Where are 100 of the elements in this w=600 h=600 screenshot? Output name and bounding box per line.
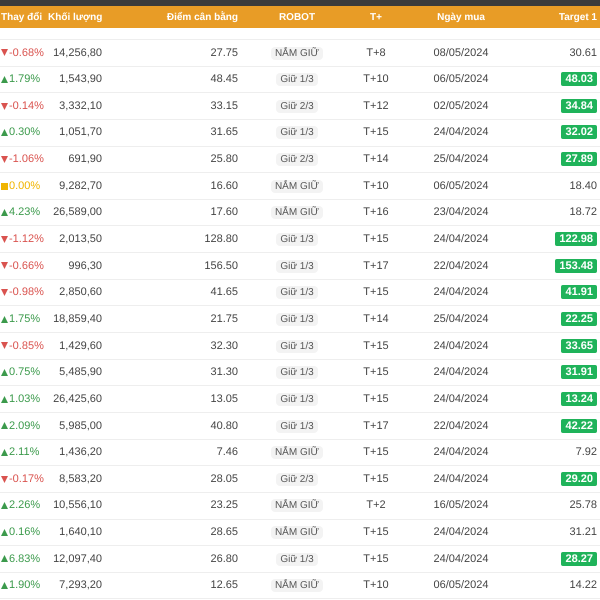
target-value: 41.91 [561,285,597,300]
volume-cell: 2,013,50 [59,233,102,246]
balance-cell: 23.25 [210,499,238,512]
robot-tag: Giữ 2/3 [276,472,318,486]
target-value: 13.24 [561,392,597,406]
volume-cell: 691,90 [68,153,102,166]
robot-tag: NẮM GIỮ [270,446,324,460]
down-triangle-icon [1,476,8,483]
change-value: -0.68% [9,46,44,61]
robot-tag: Giữ 1/3 [276,126,318,140]
balance-cell: 16.60 [210,180,238,192]
date-cell: 24/04/2024 [433,366,489,378]
column-header: Khối lượng [48,12,102,22]
volume-cell: 12,097,40 [53,552,102,565]
t-plus-cell: T+14 [363,312,389,325]
target-value: 7.92 [576,446,597,458]
volume-cell: 18,859,40 [53,312,102,325]
column-header: Điểm cân bằng [166,12,238,22]
change-value: 1.79% [9,72,40,88]
date-cell: 16/05/2024 [433,499,489,512]
t-plus-cell: T+15 [363,552,389,565]
date-cell: 22/04/2024 [433,260,489,272]
change-value: -0.85% [9,338,44,354]
volume-cell: 1,640,10 [59,526,102,538]
up-triangle-icon [1,396,8,403]
t-plus-cell: T+15 [363,526,389,538]
up-triangle-icon [1,209,8,216]
balance-cell: 21.75 [210,312,238,325]
volume-cell: 7,293,20 [59,579,102,592]
down-triangle-icon [1,289,8,296]
column-header: ROBOT [278,12,316,22]
date-cell: 24/04/2024 [433,340,489,352]
robot-tag: Giữ 1/3 [276,312,318,326]
target-value: 14.22 [569,579,597,592]
change-value: 6.83% [9,552,40,567]
change-value: 1.75% [9,312,40,327]
robot-tag: NẮM GIỮ [270,579,324,592]
t-plus-cell: T+15 [363,126,389,138]
date-cell: 06/05/2024 [433,73,489,86]
change-value: -0.14% [9,98,44,114]
up-triangle-icon [1,129,8,136]
down-triangle-icon [1,102,8,110]
target-value: 42.22 [561,418,597,433]
up-triangle-icon [1,448,8,456]
t-plus-cell: T+15 [363,233,389,246]
t-plus-cell: T+15 [363,446,389,458]
balance-cell: 12.65 [210,579,238,592]
robot-tag: Giữ 1/3 [276,552,318,566]
date-cell: 24/04/2024 [433,446,489,458]
volume-cell: 2,850,60 [59,286,102,298]
robot-tag: NẮM GIỮ [270,499,324,512]
balance-cell: 28.05 [210,472,238,485]
t-plus-cell: T+8 [366,46,386,59]
change-value: 0.30% [9,125,40,140]
date-cell: 23/04/2024 [433,206,489,218]
balance-cell: 25.80 [210,153,238,166]
date-cell: 25/04/2024 [433,153,489,166]
down-triangle-icon [1,156,8,163]
volume-cell: 10,556,10 [53,499,102,512]
t-plus-cell: T+2 [366,499,386,512]
date-cell: 24/04/2024 [433,392,489,405]
balance-cell: 13.05 [210,392,238,405]
balance-cell: 31.65 [210,126,238,138]
square-icon [1,182,8,190]
change-value: 0.16% [9,525,40,540]
down-triangle-icon [1,262,8,270]
t-plus-cell: T+15 [363,340,389,352]
change-value: 4.23% [9,205,40,220]
t-plus-cell: T+10 [363,579,389,592]
volume-cell: 996,30 [68,260,102,272]
change-value: -0.17% [9,472,44,487]
up-triangle-icon [1,502,8,510]
t-plus-cell: T+15 [363,366,389,378]
column-header: T+ [370,12,382,22]
target-value: 31.91 [561,365,597,380]
balance-cell: 17.60 [210,206,238,218]
target-value: 48.03 [561,72,597,86]
change-value: 0.75% [9,365,40,380]
volume-cell: 9,282,70 [59,180,102,192]
volume-cell: 5,485,90 [59,366,102,378]
date-cell: 24/04/2024 [433,472,489,485]
up-triangle-icon [1,422,8,430]
up-triangle-icon [1,528,8,536]
change-value: 1.03% [9,392,40,407]
t-plus-cell: T+14 [363,153,389,166]
balance-cell: 156.50 [204,260,238,272]
robot-tag: Giữ 2/3 [276,153,318,166]
target-value: 29.20 [561,472,597,486]
target-value: 18.40 [569,180,597,192]
date-cell: 02/05/2024 [433,100,489,112]
volume-cell: 3,332,10 [59,100,102,112]
t-plus-cell: T+12 [363,100,389,112]
down-triangle-icon [1,236,8,243]
balance-cell: 27.75 [210,46,238,59]
balance-cell: 28.65 [210,526,238,538]
change-value: -0.66% [9,258,44,274]
volume-cell: 8,583,20 [59,472,102,485]
robot-tag: Giữ 1/3 [276,340,318,353]
date-cell: 24/04/2024 [433,126,489,138]
t-plus-cell: T+10 [363,73,389,86]
